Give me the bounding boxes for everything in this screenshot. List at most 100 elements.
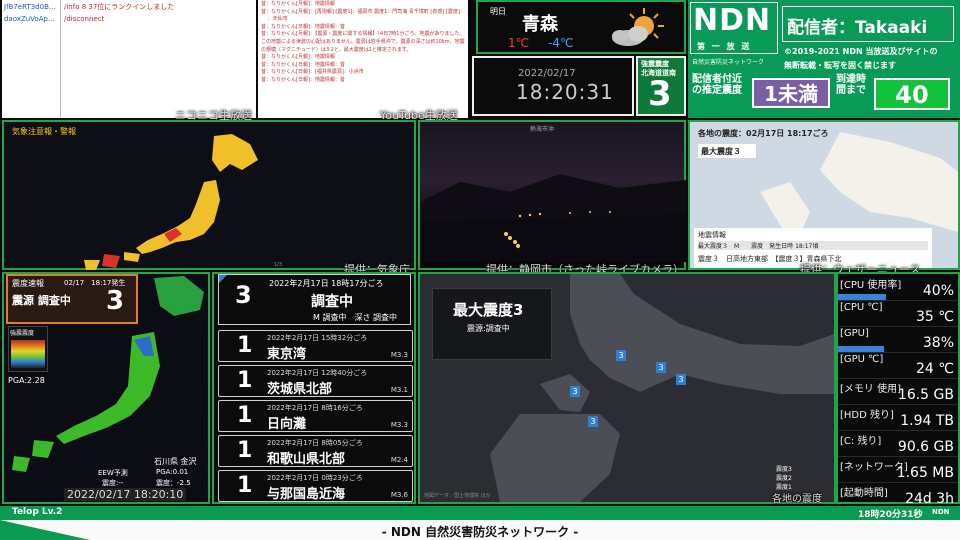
ndn-logo-sub: 第 一 放 送 (697, 42, 752, 51)
sys-key: [起動時間] (840, 488, 888, 499)
eew-legend-title: 強震震度 (10, 330, 35, 337)
eew-location: 石川県 金沢 (154, 457, 197, 466)
quake-intensity: 1 (237, 368, 253, 393)
chat-command: /disconnect (64, 15, 105, 23)
weather-city: 青森 (522, 14, 558, 35)
sys-cpu-temp: [CPU ℃] 35 ℃ (838, 300, 958, 327)
quake-top-marker (219, 275, 227, 283)
wn-header: 各地の震度：02月17日 18:17ごろ (698, 129, 829, 138)
sys-gpu-temp: [GPU ℃] 24 ℃ (838, 352, 958, 379)
chat-user[interactable]: daoxZuVoAp... (4, 13, 58, 25)
legend-item: 震度3 (776, 466, 792, 473)
quake-top-place: 調査中 (311, 294, 353, 310)
weather-low: -4℃ (548, 36, 574, 50)
sys-key: [CPU 使用率] (840, 280, 902, 291)
quake-magnitude: M2.4 (390, 456, 408, 464)
footer-title-bar: - NDN 自然災害防災ネットワーク - (0, 520, 960, 540)
center-map-infobox: 最大震度3 震源:調査中 (432, 288, 552, 360)
sys-hdd: [HDD 残り] 1.94 TB (838, 404, 958, 431)
chat-log-line: 昔：なりかくん[月報]：【震源・震度に関する情報】（4日7時1分ごろ、地震があり… (261, 31, 465, 53)
quake-list-item[interactable]: 1 2022年2月17日 0時23分ごろ 与那国島近海 M3.6 (218, 470, 413, 502)
sys-gpu-usage: [GPU] 38% (838, 326, 958, 353)
quake-top-item[interactable]: 3 2022年2月17日 18時17分ごろ 調査中 M 調査中 深さ 調査中 (218, 274, 411, 325)
wn-info-line1: 最大震度３ M 震度 発生日時 18:17頃 (698, 241, 928, 250)
sys-key: [メモリ 使用] (840, 384, 901, 395)
sys-key: [C: 残り] (840, 436, 882, 447)
wn-max: 最大震度３ (698, 144, 756, 158)
quake-place: 茨城県北部 (267, 382, 333, 397)
eew-prediction-label: EEW予測 (98, 469, 128, 477)
chat-log-line: 昔：なりかくん[日報]：[福井県震源]：小浜市 (261, 69, 364, 76)
eew-legend-scale (11, 340, 45, 368)
chat-commands-panel: /info 8 37位にランクインしました /disconnect (60, 0, 256, 118)
wn-info-title: 地震情報 (698, 231, 726, 239)
center-intensity-map-panel: 最大震度3 震源:調査中 3 3 3 3 3 震度3 震度2 震度1 各地の震度… (418, 272, 836, 505)
eew-intensity-pred: 震度:-- (102, 479, 124, 487)
quake-intensity: 1 (237, 333, 253, 358)
center-map-attrib: 地図データ：国土地理院 ほか (424, 493, 491, 499)
clock-date: 2022/02/17 (518, 68, 576, 79)
quake-place: 東京湾 (267, 347, 307, 362)
streamer-label: 配信者：Takaaki (782, 6, 954, 42)
intensity-marker: 3 (588, 416, 598, 427)
quake-intensity: 1 (237, 473, 253, 498)
quake-magnitude: M3.3 (390, 421, 408, 429)
clock-time: 18:20:31 (516, 80, 614, 104)
max-intensity-value: 3 (648, 74, 672, 114)
max-intensity-panel: 強震震度 北海道道南 3 (636, 56, 686, 116)
quake-place: 和歌山県北部 (267, 452, 346, 467)
sys-uptime: [起動時間] 24d 3h (838, 482, 958, 508)
sys-c-drive: [C: 残り] 90.6 GB (838, 430, 958, 457)
eew-intensity-pred2: 震度：-2.5 (156, 479, 191, 487)
center-map-caption: 各地の震度 (772, 494, 822, 505)
page-indicator: 1/3 (274, 262, 283, 268)
eew-legend: 強震震度 (8, 326, 48, 372)
sys-network: [ネットワーク] 1.65 MB (838, 456, 958, 483)
sys-key: [GPU ℃] (840, 354, 884, 365)
quake-list-item[interactable]: 1 2022年2月17日 15時32分ごろ 東京湾 M3.3 (218, 330, 413, 362)
quake-intensity: 1 (237, 403, 253, 428)
legend-item: 震度2 (776, 475, 792, 482)
warning-map-panel: 気象注意報・警報 1/3 (2, 120, 416, 270)
quake-time: 2022年2月17日 15時32分ごろ (267, 334, 368, 342)
live-camera-panel: 熱海市沖 (418, 120, 686, 270)
arrival-time-value: 40 (874, 78, 950, 110)
eew-pga: PGA:2.28 (8, 376, 45, 385)
quake-magnitude: M3.1 (390, 386, 408, 394)
footer-title: - NDN 自然災害防災ネットワーク - (381, 525, 579, 539)
telop-bar: Telop Lv.2 18時20分31秒 NDN (0, 506, 960, 520)
ndn-brand-panel: NDN 第 一 放 送 自然災害防災ネットワーク 配信者：Takaaki ©20… (688, 0, 960, 118)
chat-command: /info 8 37位にランクインしました (64, 3, 175, 11)
center-map-title: 最大震度3 (453, 301, 524, 319)
sys-key: [HDD 残り] (840, 410, 894, 421)
wn-intensity-panel: 各地の震度：02月17日 18:17ごろ 最大震度３ 地震情報 最大震度３ M … (688, 120, 960, 270)
chat-log-panel: 昔：なりかくん[月報]：地震情報 昔：なりかくん[月報]：[再現報] [震度1]… (258, 0, 468, 118)
sys-key: [CPU ℃] (840, 302, 883, 313)
clock-panel: 2022/02/17 18:20:31 (472, 56, 634, 116)
japan-warning-map (84, 134, 258, 270)
estimated-intensity-value: 1未満 (752, 78, 830, 108)
sys-value: 40% (922, 282, 954, 299)
quake-time: 2022年2月17日 8時05分ごろ (267, 439, 363, 447)
quake-place: 与那国島近海 (267, 487, 346, 502)
copyright-line1: ©2019-2021 NDN 当放送及びサイトの (784, 47, 938, 56)
quake-list-item[interactable]: 1 2022年2月17日 12時40分ごろ 茨城県北部 M3.1 (218, 365, 413, 397)
sys-memory: [メモリ 使用] 16.5 GB (838, 378, 958, 405)
chat-user[interactable]: JfB7eRT3d0B... (4, 1, 58, 13)
quake-time: 2022年2月17日 0時23分ごろ (267, 474, 363, 482)
sys-value: 1.94 TB (900, 412, 954, 429)
ndn-logo: NDN 第 一 放 送 (690, 2, 778, 54)
quake-magnitude: M3.3 (390, 351, 408, 359)
sun-cloud-icon (612, 8, 664, 46)
weather-high: 1℃ (508, 36, 530, 50)
copyright-line2: 無断転載・転写を固く禁じます (784, 61, 896, 70)
sys-cpu-usage: [CPU 使用率] 40% (838, 274, 958, 301)
quake-list-item[interactable]: 1 2022年2月17日 8時16分ごろ 日向灘 M3.3 (218, 400, 413, 432)
quake-list-item[interactable]: 1 2022年2月17日 8時05分ごろ 和歌山県北部 M2.4 (218, 435, 413, 467)
intensity-marker: 3 (616, 350, 626, 361)
estimated-intensity-label: 配信者付近の推定震度 (692, 74, 742, 96)
sys-value: 38% (922, 334, 954, 351)
intensity-marker: 3 (676, 374, 686, 385)
weather-panel: 明日 青森 1℃ -4℃ (476, 0, 686, 54)
chat-log-line: 昔：なりかくん[月報]：地震情報 (261, 1, 335, 7)
